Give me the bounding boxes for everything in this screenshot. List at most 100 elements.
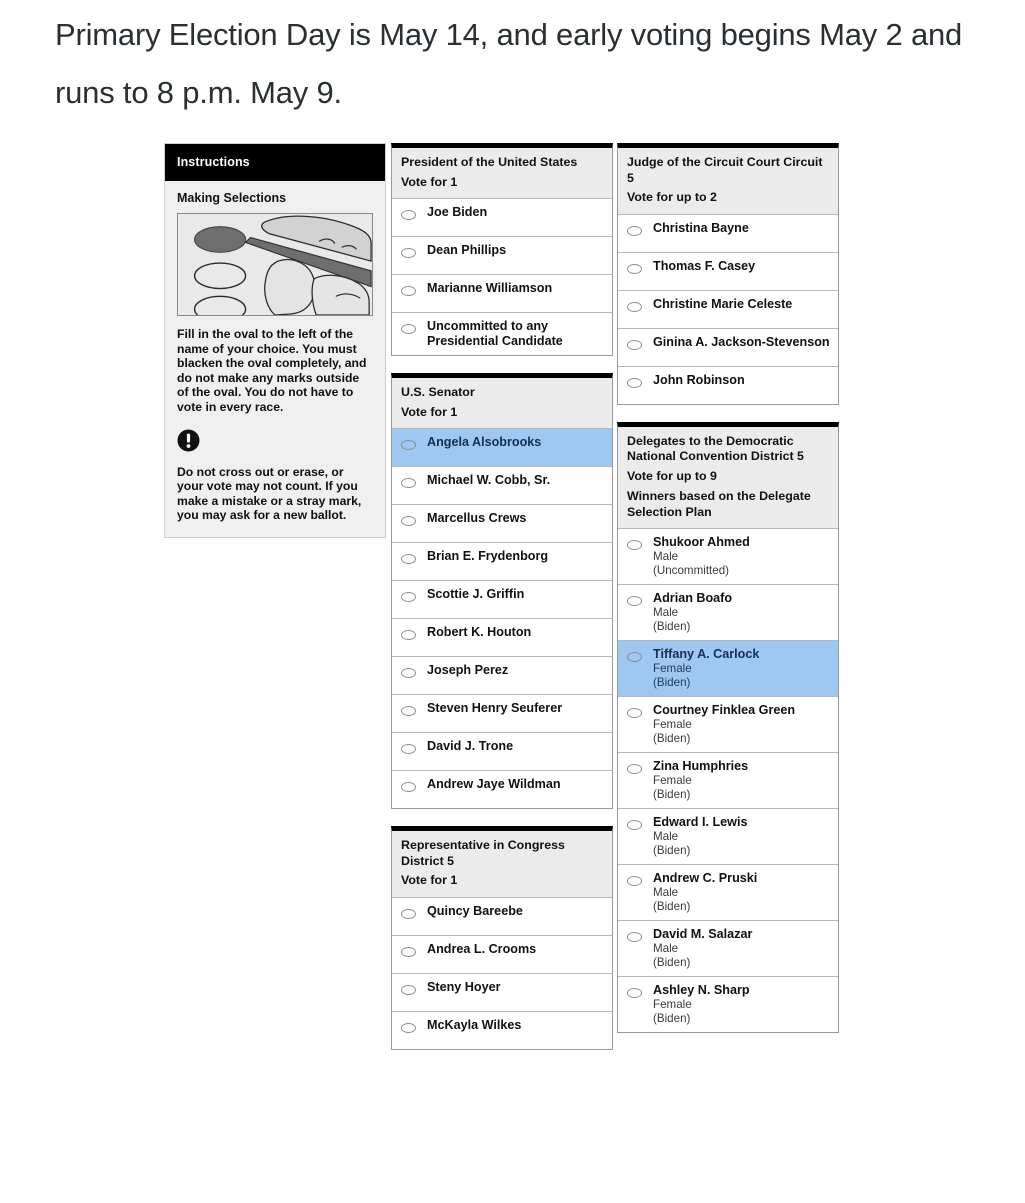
vote-oval-icon[interactable] xyxy=(401,210,416,220)
ballot-option-texts: Dean Phillips xyxy=(427,243,606,258)
ballot-option-texts: Steven Henry Seuferer xyxy=(427,701,606,716)
ballot-option[interactable]: Christina Bayne xyxy=(618,213,838,252)
ballot-option[interactable]: John Robinson xyxy=(618,365,838,404)
ballot-option[interactable]: Michael W. Cobb, Sr. xyxy=(392,466,612,504)
vote-oval-icon[interactable] xyxy=(401,248,416,258)
ballot-option[interactable]: Marianne Williamson xyxy=(392,274,612,312)
candidate-name: Thomas F. Casey xyxy=(653,258,756,273)
ballot-option[interactable]: Scottie J. Griffin xyxy=(392,580,612,618)
contest-vote-instruction: Vote for up to 2 xyxy=(627,190,717,204)
ballot-option[interactable]: Quincy Bareebe xyxy=(392,896,612,935)
contest-header: Delegates to the Democratic National Con… xyxy=(618,426,838,528)
ballot-option[interactable]: Andrew Jaye Wildman xyxy=(392,770,612,808)
vote-oval-icon[interactable] xyxy=(627,301,642,312)
candidate-name: Edward I. Lewis xyxy=(653,815,748,829)
ballot-option[interactable]: Tiffany A. Carlock Female (Biden) xyxy=(618,640,838,696)
vote-oval-icon[interactable] xyxy=(627,339,642,350)
contest-us-senator: U.S. Senator Vote for 1 Angela Alsobrooks M… xyxy=(391,373,613,809)
vote-oval-icon[interactable] xyxy=(401,516,416,526)
vote-oval-icon[interactable] xyxy=(401,630,416,640)
vote-oval-icon[interactable] xyxy=(627,876,642,886)
ballot-option[interactable]: Thomas F. Casey xyxy=(618,251,838,290)
contest-note: Winners based on the Delegate Selection … xyxy=(627,489,811,519)
ballot-option[interactable]: David J. Trone xyxy=(392,732,612,770)
ballot-option[interactable]: Andrea L. Crooms xyxy=(392,934,612,973)
candidate-detail: (Biden) xyxy=(653,676,691,689)
contest-header: Judge of the Circuit Court Circuit 5 Vote… xyxy=(618,148,838,214)
vote-oval-icon[interactable] xyxy=(401,744,416,754)
vote-oval-icon[interactable] xyxy=(401,554,416,564)
vote-oval-icon[interactable] xyxy=(401,1022,416,1033)
candidate-name: Joe Biden xyxy=(427,205,488,219)
candidate-detail: Male xyxy=(653,606,679,619)
candidate-name: Dean Phillips xyxy=(427,243,507,257)
ballot-option-texts: Andrew Jaye Wildman xyxy=(427,777,606,792)
candidate-detail: Male xyxy=(653,942,679,955)
vote-oval-icon[interactable] xyxy=(401,286,416,296)
vote-oval-icon[interactable] xyxy=(627,988,642,998)
ballot-option-texts: Thomas F. Casey xyxy=(653,259,832,274)
contest-title: Judge of the Circuit Court Circuit 5 xyxy=(627,155,823,185)
candidate-detail: Male xyxy=(653,550,679,563)
vote-oval-icon[interactable] xyxy=(401,984,416,995)
vote-oval-icon[interactable] xyxy=(401,706,416,716)
vote-oval-icon[interactable] xyxy=(627,225,642,236)
vote-oval-icon[interactable] xyxy=(627,708,642,718)
vote-oval-icon[interactable] xyxy=(401,592,416,602)
vote-oval-icon[interactable] xyxy=(627,820,642,830)
ballot-option[interactable]: Adrian Boafo Male (Biden) xyxy=(618,584,838,640)
ballot-option[interactable]: Ashley N. Sharp Female (Biden) xyxy=(618,976,838,1032)
ballot-option[interactable]: Joe Biden xyxy=(392,198,612,236)
ballot-option-texts: Shukoor Ahmed Male (Uncommitted) xyxy=(653,535,832,578)
ballot-option[interactable]: Christine Marie Celeste xyxy=(618,289,838,328)
ballot-option[interactable]: Andrew C. Pruski Male (Biden) xyxy=(618,864,838,920)
ballot-option-texts: Angela Alsobrooks xyxy=(427,435,606,450)
candidate-detail: Male xyxy=(653,830,679,843)
vote-oval-icon[interactable] xyxy=(401,478,416,488)
ballot-option[interactable]: Edward I. Lewis Male (Biden) xyxy=(618,808,838,864)
ballot-option[interactable]: David M. Salazar Male (Biden) xyxy=(618,920,838,976)
ballot-option[interactable]: Steven Henry Seuferer xyxy=(392,694,612,732)
ballot-option-texts: Christine Marie Celeste xyxy=(653,297,832,312)
vote-oval-icon[interactable] xyxy=(627,764,642,774)
ballot-option[interactable]: Dean Phillips xyxy=(392,236,612,274)
candidate-name: Courtney Finklea Green xyxy=(653,703,796,717)
vote-oval-icon[interactable] xyxy=(401,324,416,334)
ballot-option[interactable]: McKayla Wilkes xyxy=(392,1010,612,1049)
vote-oval-icon[interactable] xyxy=(401,668,416,678)
ballot-option[interactable]: Shukoor Ahmed Male (Uncommitted) xyxy=(618,528,838,584)
vote-oval-icon[interactable] xyxy=(627,652,642,662)
vote-oval-icon[interactable] xyxy=(627,932,642,942)
ballot-column-two: President of the United States Vote for 1… xyxy=(391,143,613,1067)
candidate-name: Michael W. Cobb, Sr. xyxy=(427,473,551,487)
vote-oval-icon[interactable] xyxy=(627,263,642,274)
ballot-option[interactable]: Ginina A. Jackson-Stevenson xyxy=(618,327,838,366)
vote-oval-icon[interactable] xyxy=(401,908,416,919)
sample-ballot: Instructions Making Selections Fill in t… xyxy=(164,143,844,1203)
ballot-option[interactable]: Robert K. Houton xyxy=(392,618,612,656)
vote-oval-icon[interactable] xyxy=(401,946,416,957)
ballot-option[interactable]: Uncommitted to any Presidential Candidat… xyxy=(392,312,612,355)
instructions-header: Instructions xyxy=(165,144,385,181)
vote-oval-icon[interactable] xyxy=(627,540,642,550)
vote-oval-icon[interactable] xyxy=(401,440,416,450)
vote-oval-icon[interactable] xyxy=(401,782,416,792)
candidate-name: Marcellus Crews xyxy=(427,511,527,525)
ballot-option-texts: Christina Bayne xyxy=(653,221,832,236)
ballot-option-texts: McKayla Wilkes xyxy=(427,1018,606,1033)
contest-vote-instruction: Vote for 1 xyxy=(401,404,458,419)
contest-president: President of the United States Vote for 1… xyxy=(391,143,613,356)
ballot-option[interactable]: Steny Hoyer xyxy=(392,972,612,1011)
vote-oval-icon[interactable] xyxy=(627,377,642,388)
ballot-option[interactable]: Angela Alsobrooks xyxy=(392,428,612,466)
ballot-option[interactable]: Zina Humphries Female (Biden) xyxy=(618,752,838,808)
ballot-option[interactable]: Marcellus Crews xyxy=(392,504,612,542)
vote-oval-icon[interactable] xyxy=(627,596,642,606)
ballot-option[interactable]: Brian E. Frydenborg xyxy=(392,542,612,580)
ballot-option[interactable]: Joseph Perez xyxy=(392,656,612,694)
ballot-option-texts: Ginina A. Jackson-Stevenson xyxy=(653,335,832,350)
contest-title: President of the United States xyxy=(401,155,578,169)
ballot-option-texts: Adrian Boafo Male (Biden) xyxy=(653,591,832,634)
ballot-option[interactable]: Courtney Finklea Green Female (Biden) xyxy=(618,696,838,752)
candidate-name: Tiffany A. Carlock xyxy=(653,647,760,661)
